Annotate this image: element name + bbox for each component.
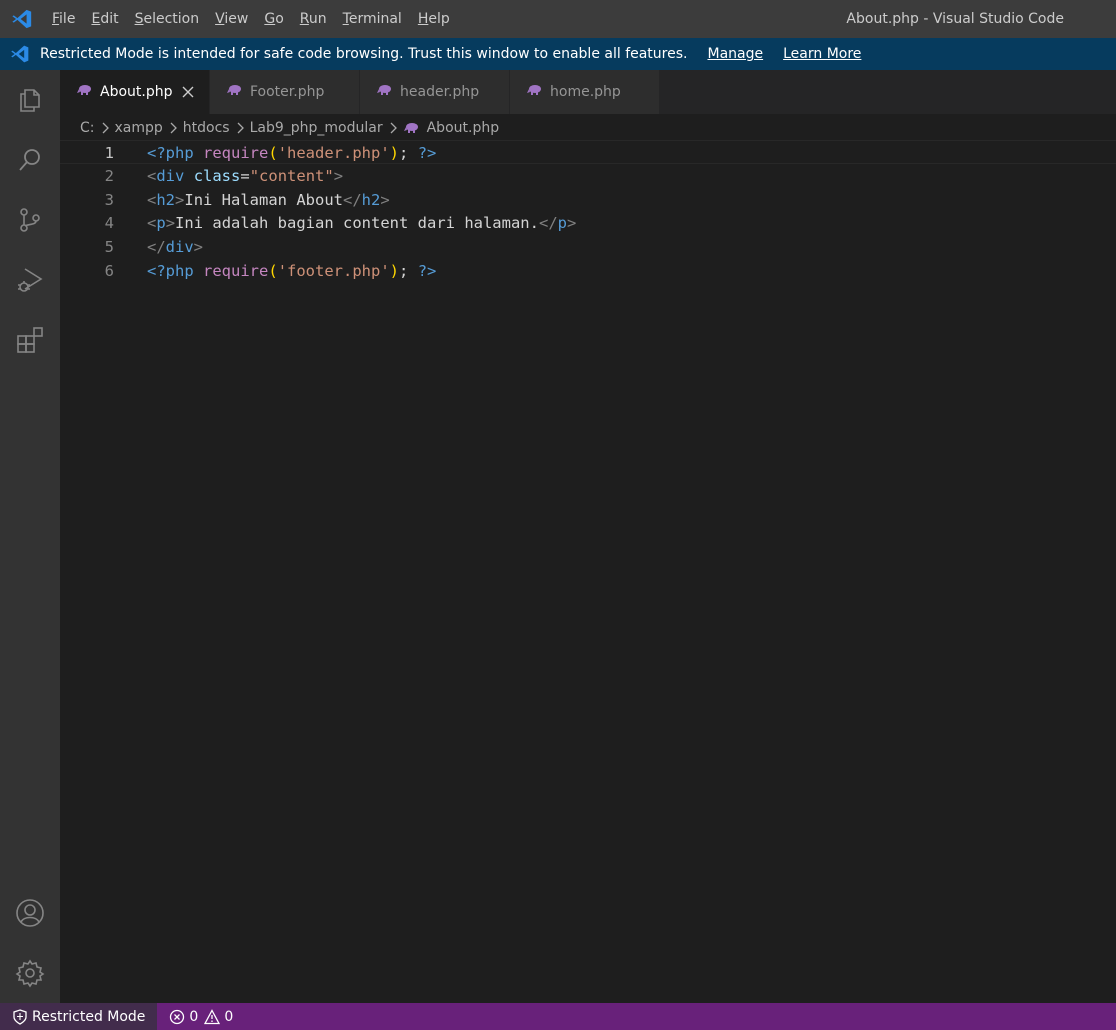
warning-count: 0	[224, 1008, 234, 1025]
menu-item[interactable]: Go	[256, 0, 291, 38]
code-line[interactable]: 2 <div class="content">	[60, 164, 1116, 188]
menu-item[interactable]: Help	[410, 0, 458, 38]
explorer-icon[interactable]	[0, 75, 60, 125]
chevron-right-icon	[101, 122, 109, 134]
tab-home-php[interactable]: home.php	[510, 70, 660, 114]
menu-item[interactable]: File	[44, 0, 83, 38]
source-control-icon[interactable]	[0, 195, 60, 245]
menu-item[interactable]: Run	[292, 0, 335, 38]
php-file-icon	[526, 84, 542, 100]
breadcrumb-item[interactable]: About.php	[427, 120, 500, 136]
warning-icon	[204, 1008, 221, 1025]
menu-item[interactable]: View	[207, 0, 256, 38]
vscode-logo-icon	[0, 38, 40, 70]
tab-label: Footer.php	[250, 84, 325, 100]
code-line[interactable]: 1 <?php require('header.php'); ?>	[60, 140, 1116, 164]
code-text: <div class="content">	[147, 167, 344, 185]
accounts-icon[interactable]	[0, 888, 60, 938]
code-editor[interactable]: 1 <?php require('header.php'); ?> 2 <div c…	[60, 140, 1116, 1003]
chevron-right-icon	[169, 122, 177, 134]
manage-link[interactable]: Manage	[707, 46, 763, 62]
line-number: 5	[104, 238, 114, 256]
error-icon	[169, 1009, 185, 1025]
php-file-icon	[76, 84, 92, 100]
breadcrumb-item[interactable]: htdocs	[183, 120, 230, 136]
tab-label: header.php	[400, 84, 480, 100]
code-line[interactable]: 4 <p>Ini adalah bagian content dari halam…	[60, 211, 1116, 235]
tab-footer-php[interactable]: Footer.php	[210, 70, 360, 114]
php-file-icon	[403, 122, 419, 134]
menu-item[interactable]: Selection	[127, 0, 208, 38]
problems-status[interactable]: 0 0	[169, 1009, 233, 1025]
title-bar: File Edit Selection View Go Run Terminal Help A…	[0, 0, 1116, 38]
code-line[interactable]: 5 </div>	[60, 235, 1116, 259]
tab-label: home.php	[550, 84, 621, 100]
breadcrumb: C: xampp htdocs Lab9_php_modular About.p…	[80, 116, 499, 140]
window-title: About.php - Visual Studio Code	[846, 11, 1064, 27]
settings-gear-icon[interactable]	[0, 948, 60, 998]
code-line[interactable]: 3 <h2>Ini Halaman About</h2>	[60, 188, 1116, 212]
learn-more-link[interactable]: Learn More	[783, 46, 861, 62]
run-debug-icon[interactable]	[0, 255, 60, 305]
tab-about-php[interactable]: About.php	[60, 70, 210, 114]
chevron-right-icon	[389, 122, 397, 134]
breadcrumb-item[interactable]: xampp	[115, 120, 163, 136]
code-text: <?php require('header.php'); ?>	[147, 144, 437, 162]
banner-message: Restricted Mode is intended for safe cod…	[40, 46, 688, 62]
restricted-mode-label: Restricted Mode	[32, 1008, 146, 1025]
tab-header-php[interactable]: header.php	[360, 70, 510, 114]
code-line[interactable]: 6 <?php require('footer.php'); ?>	[60, 259, 1116, 283]
chevron-right-icon	[236, 122, 244, 134]
code-text: </div>	[147, 238, 204, 256]
breadcrumb-item[interactable]: Lab9_php_modular	[250, 120, 383, 136]
line-number: 2	[104, 167, 114, 185]
shield-icon	[12, 1008, 28, 1025]
menu-bar: File Edit Selection View Go Run Terminal Help	[44, 0, 458, 38]
code-text: <h2>Ini Halaman About</h2>	[147, 191, 390, 209]
line-number: 6	[104, 262, 114, 280]
extensions-icon[interactable]	[0, 315, 60, 365]
tab-label: About.php	[100, 84, 173, 100]
menu-item[interactable]: Edit	[83, 0, 126, 38]
line-number: 3	[104, 191, 114, 209]
code-text: <p>Ini adalah bagian content dari halama…	[147, 214, 577, 232]
search-icon[interactable]	[0, 135, 60, 185]
menu-item[interactable]: Terminal	[335, 0, 410, 38]
breadcrumb-item[interactable]: C:	[80, 120, 95, 136]
close-icon[interactable]	[179, 83, 197, 101]
activity-bar	[0, 70, 60, 1003]
php-file-icon	[376, 84, 392, 100]
vscode-logo-icon	[0, 0, 44, 38]
code-text: <?php require('footer.php'); ?>	[147, 262, 437, 280]
status-bar: Restricted Mode 0 0	[0, 1003, 1116, 1030]
php-file-icon	[226, 84, 242, 100]
restricted-mode-banner: Restricted Mode is intended for safe cod…	[0, 38, 1116, 70]
restricted-mode-status[interactable]: Restricted Mode	[0, 1003, 158, 1030]
line-number: 4	[104, 214, 114, 232]
editor-tabs: About.php Footer.php header.php home.php	[60, 70, 1116, 114]
error-count: 0	[189, 1008, 199, 1025]
line-number: 1	[104, 144, 114, 162]
